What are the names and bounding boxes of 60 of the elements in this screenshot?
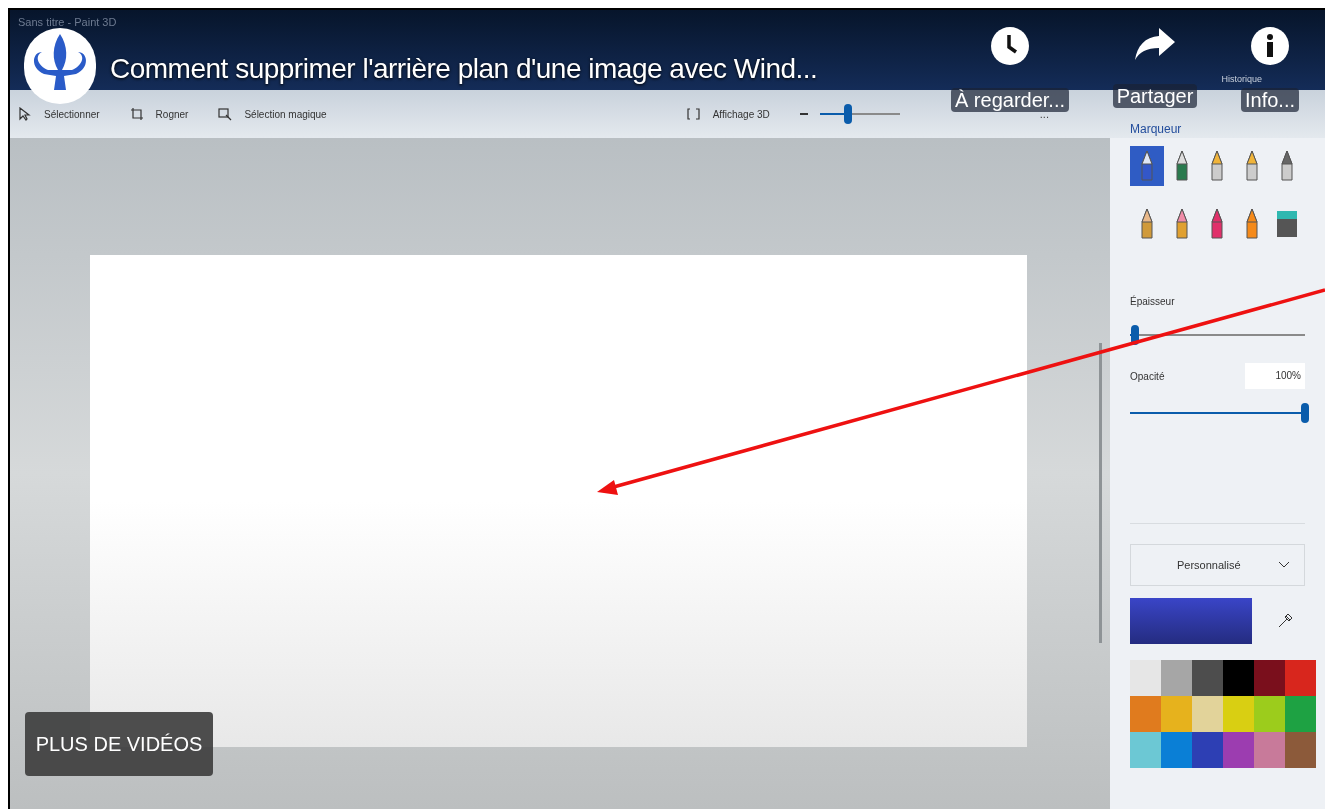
toolbar-button[interactable]: Sélection magique: [218, 106, 327, 122]
color-swatch[interactable]: [1161, 660, 1192, 696]
color-swatch[interactable]: [1285, 732, 1316, 768]
video-title[interactable]: Comment supprimer l'arrière plan d'une image avec Wind...: [110, 52, 818, 86]
window-title: Sans titre - Paint 3D: [18, 15, 117, 30]
toolbar-button[interactable]: Sélectionner: [18, 106, 100, 122]
color-swatch[interactable]: [1192, 660, 1223, 696]
color-swatch[interactable]: [1223, 696, 1254, 732]
color-swatch[interactable]: [1130, 696, 1161, 732]
chevron-down-icon: [1278, 561, 1290, 569]
brush-icon: [1139, 208, 1155, 240]
share-button[interactable]: [1133, 26, 1177, 62]
current-color[interactable]: [1130, 598, 1252, 644]
toolbar-button[interactable]: Affichage 3D: [686, 106, 770, 122]
brush-icon: [1244, 150, 1260, 182]
brush-icon: [1174, 208, 1190, 240]
color-swatch[interactable]: [1130, 660, 1161, 696]
brush-icon: [1209, 150, 1225, 182]
color-swatch[interactable]: [1192, 696, 1223, 732]
brush-icon: [1209, 208, 1225, 240]
opacity-label: Opacité: [1130, 369, 1165, 384]
share-icon: [1133, 26, 1177, 62]
action-label[interactable]: Partager: [1112, 84, 1198, 108]
scrollbar[interactable]: [1099, 343, 1102, 643]
color-swatch[interactable]: [1254, 696, 1285, 732]
color-swatch[interactable]: [1285, 660, 1316, 696]
view-3d-icon: [686, 107, 701, 121]
action-label[interactable]: À regarder...: [950, 88, 1070, 112]
palette-dropdown[interactable]: Personnalisé: [1130, 544, 1305, 586]
color-swatch[interactable]: [1130, 732, 1161, 768]
color-swatch[interactable]: [1223, 732, 1254, 768]
slider[interactable]: [819, 104, 900, 124]
brush-icon: [1244, 208, 1260, 240]
color-swatch[interactable]: [1192, 732, 1223, 768]
more-videos-button[interactable]: PLUS DE VIDÉOS: [25, 712, 213, 776]
crop-icon: [129, 107, 144, 121]
action-label[interactable]: Info...: [1241, 88, 1299, 112]
history-label: Historique: [1221, 72, 1262, 86]
thickness-label: Épaisseur: [1130, 294, 1176, 309]
watch-later-button[interactable]: [990, 26, 1030, 66]
brush-icon: [1279, 150, 1295, 182]
color-swatch[interactable]: [1285, 696, 1316, 732]
toolbar-button[interactable]: Rogner: [129, 106, 189, 122]
color-swatch[interactable]: [1161, 696, 1192, 732]
info-button[interactable]: [1250, 26, 1290, 66]
clock-icon: [990, 26, 1030, 66]
bucket-icon: [1276, 209, 1298, 239]
cursor-icon: [18, 107, 32, 121]
color-swatch[interactable]: [1223, 660, 1254, 696]
panel-title: Marqueur: [1130, 122, 1182, 136]
eyedropper-icon[interactable]: [1276, 612, 1294, 630]
color-swatch[interactable]: [1254, 732, 1285, 768]
opacity-field[interactable]: 100%: [1245, 363, 1305, 389]
brush-button[interactable]: [1130, 146, 1164, 186]
color-swatch[interactable]: [1161, 732, 1192, 768]
brush-icon: [1174, 150, 1190, 182]
brush-icon: [1139, 150, 1155, 182]
color-swatch[interactable]: [1254, 660, 1285, 696]
magic-select-icon: [218, 107, 233, 121]
info-icon: [1250, 26, 1290, 66]
